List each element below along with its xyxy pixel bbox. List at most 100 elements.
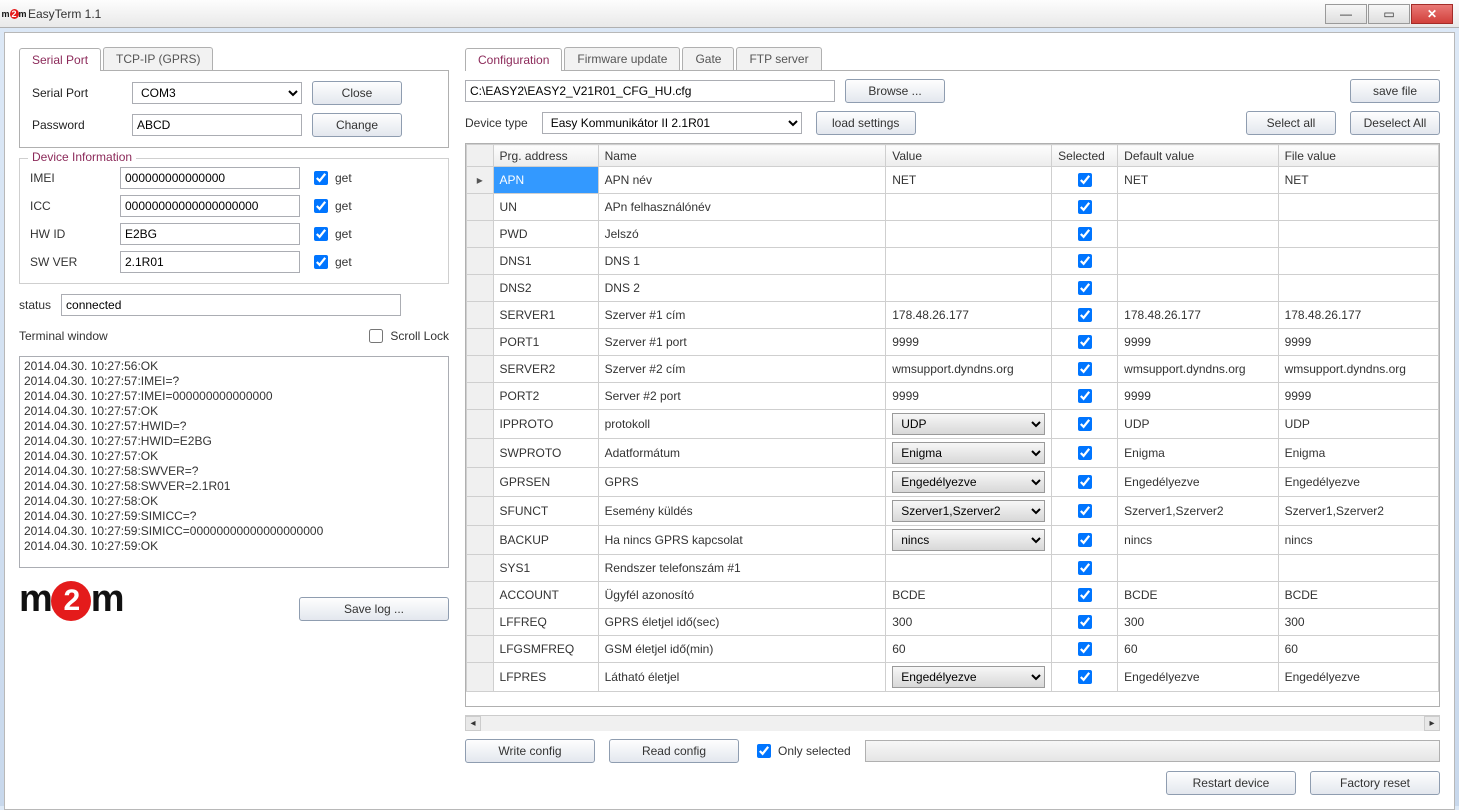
cell-selected[interactable] (1052, 356, 1118, 383)
selected-checkbox[interactable] (1078, 504, 1092, 518)
col-default[interactable]: Default value (1118, 145, 1278, 167)
scroll-right-arrow[interactable]: ▸ (1424, 716, 1440, 731)
table-row[interactable]: PORT1Szerver #1 port999999999999 (467, 329, 1439, 356)
devinfo-get-row[interactable]: get (310, 252, 380, 272)
cell-selected[interactable] (1052, 275, 1118, 302)
value-dropdown[interactable]: Enigma (892, 442, 1045, 464)
devinfo-value-input[interactable] (120, 223, 300, 245)
value-dropdown[interactable]: nincs (892, 529, 1045, 551)
scroll-lock-row[interactable]: Scroll Lock (365, 326, 449, 346)
cell-value[interactable]: 60 (886, 636, 1052, 663)
cell-selected[interactable] (1052, 410, 1118, 439)
selected-checkbox[interactable] (1078, 588, 1092, 602)
table-row[interactable]: ▸APNAPN névNETNETNET (467, 167, 1439, 194)
cell-prg-address[interactable]: DNS1 (493, 248, 598, 275)
table-row[interactable]: LFFREQGPRS életjel idő(sec)300300300 (467, 609, 1439, 636)
maximize-button[interactable]: ▭ (1368, 4, 1410, 24)
table-row[interactable]: PORT2Server #2 port999999999999 (467, 383, 1439, 410)
selected-checkbox[interactable] (1078, 254, 1092, 268)
cell-selected[interactable] (1052, 636, 1118, 663)
cell-selected[interactable] (1052, 526, 1118, 555)
only-selected-row[interactable]: Only selected (753, 741, 851, 761)
cell-prg-address[interactable]: SERVER2 (493, 356, 598, 383)
only-selected-checkbox[interactable] (757, 744, 771, 758)
devinfo-get-checkbox[interactable] (314, 255, 328, 269)
device-type-select[interactable]: Easy Kommunikátor II 2.1R01 (542, 112, 802, 134)
cell-value[interactable]: Engedélyezve (886, 663, 1052, 692)
cell-selected[interactable] (1052, 582, 1118, 609)
cell-value[interactable] (886, 555, 1052, 582)
selected-checkbox[interactable] (1078, 475, 1092, 489)
col-value[interactable]: Value (886, 145, 1052, 167)
selected-checkbox[interactable] (1078, 308, 1092, 322)
value-dropdown[interactable]: Szerver1,Szerver2 (892, 500, 1045, 522)
cell-prg-address[interactable]: PWD (493, 221, 598, 248)
table-row[interactable]: BACKUPHa nincs GPRS kapcsolatnincsnincsn… (467, 526, 1439, 555)
cell-prg-address[interactable]: PORT1 (493, 329, 598, 356)
table-row[interactable]: ACCOUNTÜgyfél azonosítóBCDEBCDEBCDE (467, 582, 1439, 609)
table-row[interactable]: PWDJelszó (467, 221, 1439, 248)
cell-selected[interactable] (1052, 497, 1118, 526)
browse-button[interactable]: Browse ... (845, 79, 945, 103)
save-file-button[interactable]: save file (1350, 79, 1440, 103)
cell-value[interactable]: 9999 (886, 329, 1052, 356)
value-dropdown[interactable]: Engedélyezve (892, 666, 1045, 688)
cell-prg-address[interactable]: ACCOUNT (493, 582, 598, 609)
cell-prg-address[interactable]: APN (493, 167, 598, 194)
cell-prg-address[interactable]: SYS1 (493, 555, 598, 582)
table-row[interactable]: UNAPn felhasználónév (467, 194, 1439, 221)
cell-value[interactable]: Szerver1,Szerver2 (886, 497, 1052, 526)
tab-configuration[interactable]: Configuration (465, 48, 562, 71)
cell-value[interactable]: wmsupport.dyndns.org (886, 356, 1052, 383)
cell-value[interactable]: BCDE (886, 582, 1052, 609)
devinfo-get-checkbox[interactable] (314, 199, 328, 213)
cell-prg-address[interactable]: LFPRES (493, 663, 598, 692)
cell-selected[interactable] (1052, 194, 1118, 221)
cell-value[interactable]: 9999 (886, 383, 1052, 410)
devinfo-value-input[interactable] (120, 251, 300, 273)
table-horizontal-scrollbar[interactable]: ◂ ▸ (465, 715, 1440, 731)
cell-value[interactable]: Enigma (886, 439, 1052, 468)
close-connection-button[interactable]: Close (312, 81, 402, 105)
devinfo-get-row[interactable]: get (310, 196, 380, 216)
table-row[interactable]: DNS2DNS 2 (467, 275, 1439, 302)
devinfo-get-checkbox[interactable] (314, 171, 328, 185)
cell-selected[interactable] (1052, 329, 1118, 356)
tab-firmware-update[interactable]: Firmware update (564, 47, 680, 70)
read-config-button[interactable]: Read config (609, 739, 739, 763)
restart-device-button[interactable]: Restart device (1166, 771, 1296, 795)
cell-prg-address[interactable]: LFFREQ (493, 609, 598, 636)
deselect-all-button[interactable]: Deselect All (1350, 111, 1440, 135)
cell-prg-address[interactable]: LFGSMFREQ (493, 636, 598, 663)
tab-serial-port[interactable]: Serial Port (19, 48, 101, 71)
selected-checkbox[interactable] (1078, 417, 1092, 431)
cell-value[interactable]: UDP (886, 410, 1052, 439)
cell-prg-address[interactable]: UN (493, 194, 598, 221)
selected-checkbox[interactable] (1078, 200, 1092, 214)
change-password-button[interactable]: Change (312, 113, 402, 137)
cell-selected[interactable] (1052, 468, 1118, 497)
save-log-button[interactable]: Save log ... (299, 597, 449, 621)
cell-value[interactable] (886, 221, 1052, 248)
value-dropdown[interactable]: Engedélyezve (892, 471, 1045, 493)
table-row[interactable]: SERVER2Szerver #2 címwmsupport.dyndns.or… (467, 356, 1439, 383)
scroll-left-arrow[interactable]: ◂ (465, 716, 481, 731)
devinfo-value-input[interactable] (120, 195, 300, 217)
cell-prg-address[interactable]: PORT2 (493, 383, 598, 410)
cell-selected[interactable] (1052, 439, 1118, 468)
cell-value[interactable]: NET (886, 167, 1052, 194)
cell-value[interactable]: 178.48.26.177 (886, 302, 1052, 329)
cell-value[interactable] (886, 248, 1052, 275)
col-name[interactable]: Name (598, 145, 886, 167)
cell-value[interactable] (886, 275, 1052, 302)
table-row[interactable]: LFPRESLátható életjelEngedélyezveEngedél… (467, 663, 1439, 692)
cell-selected[interactable] (1052, 609, 1118, 636)
selected-checkbox[interactable] (1078, 446, 1092, 460)
table-row[interactable]: SYS1Rendszer telefonszám #1 (467, 555, 1439, 582)
config-file-path[interactable] (465, 80, 835, 102)
password-input[interactable] (132, 114, 302, 136)
cell-selected[interactable] (1052, 302, 1118, 329)
config-table-wrap[interactable]: Prg. address Name Value Selected Default… (465, 143, 1440, 707)
table-row[interactable]: IPPROTOprotokollUDPUDPUDP (467, 410, 1439, 439)
cell-selected[interactable] (1052, 555, 1118, 582)
